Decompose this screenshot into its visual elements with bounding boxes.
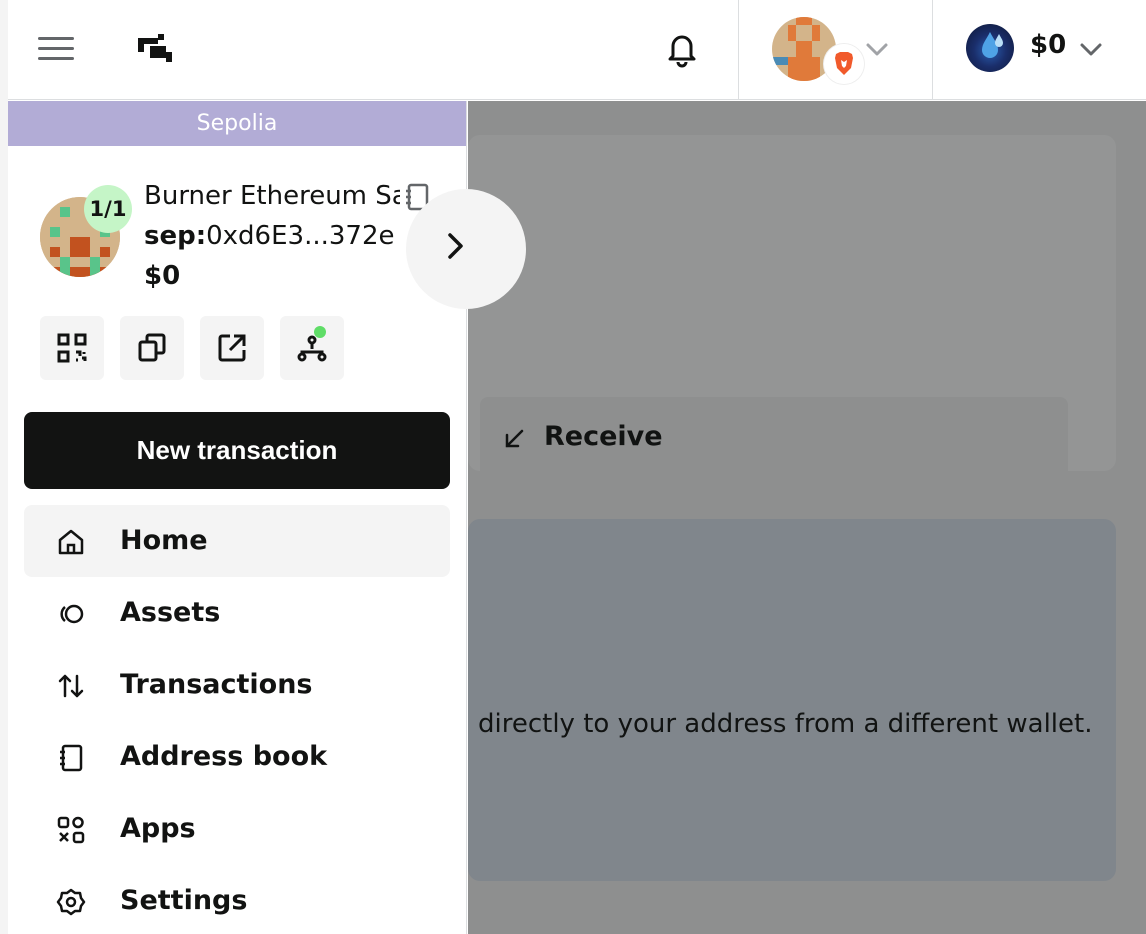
address-text: 0xd6E3...372e (206, 221, 395, 251)
safe-address: sep:0xd6E3...372e (144, 221, 395, 251)
apps-icon (57, 816, 85, 844)
home-icon (58, 529, 84, 555)
nav-label: Apps (120, 813, 196, 844)
assets-icon (60, 604, 84, 624)
nav-label: Assets (120, 597, 221, 628)
top-header: $0 (0, 0, 1146, 934)
nav-label: Transactions (120, 669, 313, 700)
account-balance-button[interactable]: $0 (934, 0, 1146, 100)
network-tree-button[interactable] (280, 316, 344, 380)
header-divider (932, 0, 933, 100)
nav-label: Settings (120, 885, 248, 916)
status-dot (314, 326, 326, 338)
modal-backdrop[interactable] (468, 101, 1146, 934)
account-avatar (966, 24, 1014, 72)
copy-address-button[interactable] (120, 316, 184, 380)
account-balance: $0 (1030, 30, 1067, 60)
nav-item-settings[interactable]: Settings (24, 865, 450, 934)
external-link-icon (218, 334, 246, 362)
brave-icon (824, 44, 864, 84)
settings-icon (56, 888, 86, 916)
nav-label: Home (120, 525, 208, 556)
chevron-right-icon (448, 233, 463, 259)
nav-item-assets[interactable]: Assets (24, 577, 450, 649)
address-book-icon (60, 744, 83, 772)
threshold-badge: 1/1 (84, 185, 132, 233)
chevron-down-icon (1080, 43, 1102, 56)
copy-icon (138, 333, 166, 362)
network-label: Sepolia (8, 101, 466, 146)
window-edge (0, 0, 8, 934)
connected-wallet-button[interactable] (740, 0, 932, 100)
chain-prefix: sep: (144, 221, 207, 251)
nav-item-apps[interactable]: Apps (24, 793, 450, 865)
nav-label: Address book (120, 741, 328, 772)
qr-code-button[interactable] (40, 316, 104, 380)
transactions-icon (58, 674, 84, 698)
nav-item-transactions[interactable]: Transactions (24, 649, 450, 721)
bell-icon[interactable] (664, 30, 700, 68)
safe-name: Burner Ethereum Sa (144, 181, 400, 211)
safe-balance: $0 (144, 261, 181, 291)
chevron-down-icon (866, 43, 888, 56)
nav-item-home[interactable]: Home (24, 505, 450, 577)
header-divider (738, 0, 739, 100)
qr-code-icon (57, 333, 87, 363)
new-transaction-button[interactable]: New transaction (24, 412, 450, 489)
menu-icon[interactable] (38, 37, 74, 61)
sidebar: Sepolia 1/1 Burner Ethereum Sa sep:0xd6E… (8, 101, 526, 934)
nav-item-address-book[interactable]: Address book (24, 721, 450, 793)
open-explorer-button[interactable] (200, 316, 264, 380)
safe-logo-icon[interactable] (134, 30, 176, 68)
